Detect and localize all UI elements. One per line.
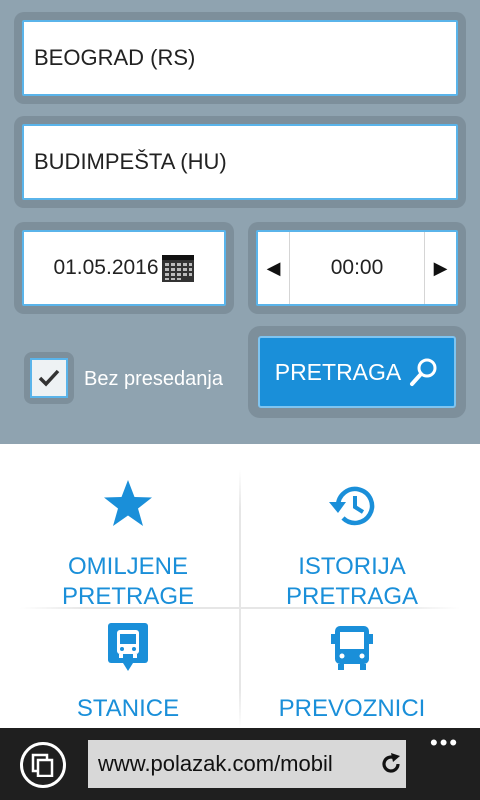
time-field-wrap: ◀ 00:00 ▶: [248, 222, 466, 314]
direct-only-checkbox[interactable]: [30, 358, 68, 398]
from-field-wrap: BEOGRAD (RS): [14, 12, 466, 104]
address-bar[interactable]: www.polazak.com/mobil: [88, 740, 406, 788]
time-picker: ◀ 00:00 ▶: [256, 230, 458, 306]
menu-favorites[interactable]: OMILJENE PRETRAGE: [8, 468, 248, 612]
menu-stations[interactable]: STANICE: [8, 610, 248, 724]
from-field[interactable]: BEOGRAD (RS): [22, 20, 458, 96]
menu-history-line1: ISTORIJA: [298, 553, 406, 580]
browser-bar: www.polazak.com/mobil •••: [0, 728, 480, 800]
direct-only-checkbox-wrap: [24, 352, 74, 404]
menu-carriers-label: PREVOZNICI: [278, 695, 426, 722]
calendar-icon[interactable]: [161, 253, 195, 283]
search-icon: [410, 358, 437, 386]
date-value: 01.05.2016: [53, 256, 159, 279]
search-button[interactable]: PRETRAGA: [258, 336, 456, 408]
time-value[interactable]: 00:00: [290, 256, 424, 280]
menu-favorites-line1: OMILJENE: [67, 553, 189, 580]
to-field[interactable]: BUDIMPEŠTA (HU): [22, 124, 458, 200]
date-field-wrap: 01.05.2016: [14, 222, 234, 314]
menu-history[interactable]: ISTORIJA PRETRAGA: [232, 468, 472, 612]
url-text: www.polazak.com/mobil: [98, 751, 333, 776]
checkmark-icon: [38, 369, 60, 387]
bus-icon: [330, 610, 374, 672]
date-picker[interactable]: 01.05.2016: [22, 230, 226, 306]
star-icon: [102, 468, 154, 530]
search-button-wrap: PRETRAGA: [248, 326, 466, 418]
time-prev-button[interactable]: ◀: [258, 232, 290, 304]
history-icon: [326, 468, 378, 530]
direct-only-label: Bez presedanja: [84, 368, 223, 390]
tabs-icon: [31, 753, 54, 777]
menu-favorites-line2: PRETRAGE: [61, 583, 195, 610]
time-next-button[interactable]: ▶: [424, 232, 456, 304]
menu-history-line2: PRETRAGA: [285, 583, 419, 610]
menu-carriers[interactable]: PREVOZNICI: [232, 610, 472, 724]
bus-station-icon: [107, 610, 149, 672]
to-field-wrap: BUDIMPEŠTA (HU): [14, 116, 466, 208]
menu-stations-label: STANICE: [76, 695, 180, 722]
search-button-label: PRETRAGA: [274, 358, 402, 385]
more-options-button[interactable]: •••: [430, 730, 459, 756]
tabs-button[interactable]: [20, 742, 66, 788]
refresh-icon[interactable]: [376, 749, 406, 779]
